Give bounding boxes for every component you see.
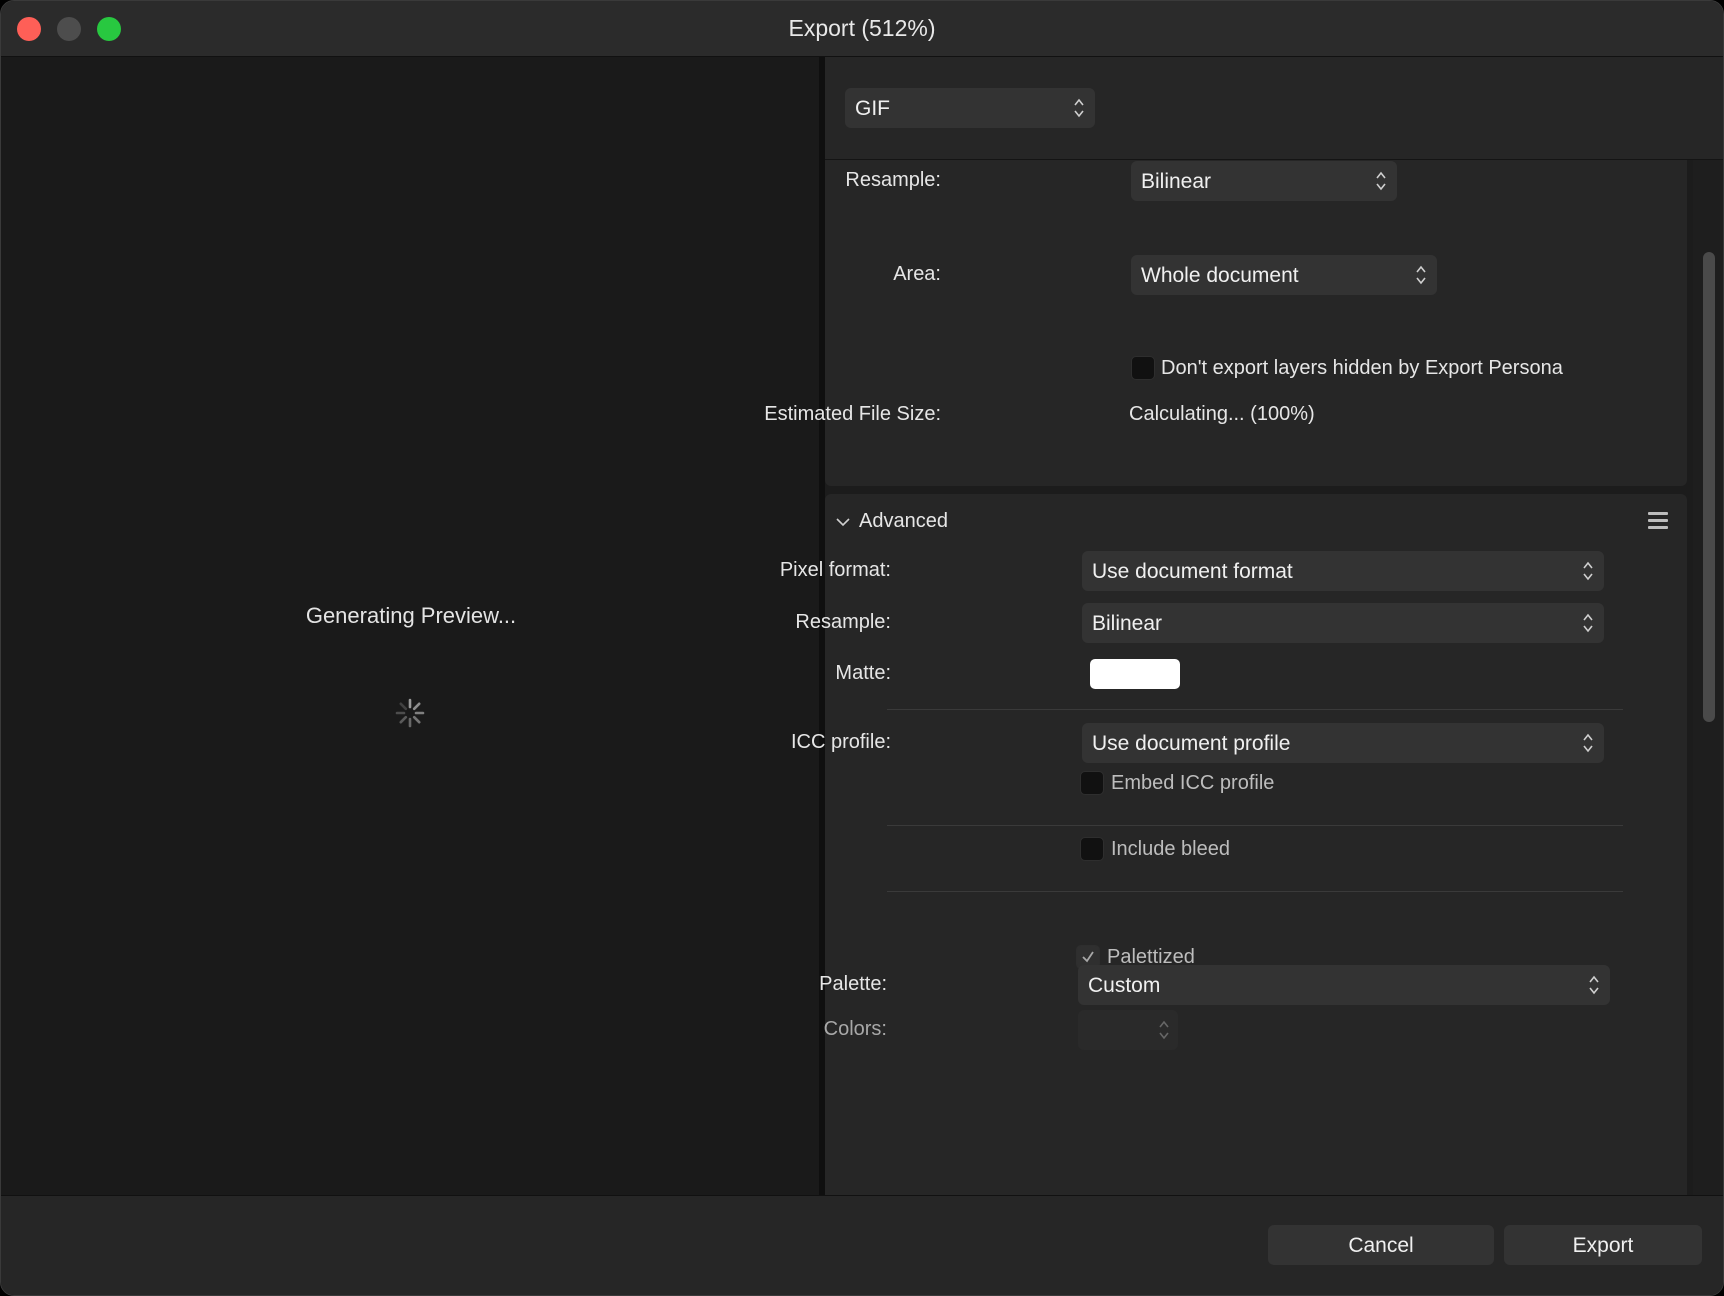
pixel-format-select[interactable]: Use document format bbox=[1082, 551, 1604, 591]
preview-pane: Generating Preview... bbox=[1, 57, 821, 1195]
pixel-format-select-value: Use document format bbox=[1092, 560, 1293, 583]
adv-resample-select-value: Bilinear bbox=[1092, 612, 1163, 635]
embed-icc-checkbox[interactable] bbox=[1080, 771, 1104, 795]
adv-resample-label: Resample: bbox=[795, 611, 891, 633]
advanced-panel: Advanced Pixel format: Use document form… bbox=[780, 494, 1687, 1195]
colors-label: Colors: bbox=[823, 1018, 887, 1040]
palette-select-value: Custom bbox=[1088, 974, 1161, 997]
export-button[interactable]: Export bbox=[1504, 1225, 1702, 1265]
icc-profile-select[interactable]: Use document profile bbox=[1082, 723, 1604, 763]
chevron-down-icon[interactable] bbox=[835, 514, 851, 530]
format-select-value: GIF bbox=[855, 97, 890, 120]
menu-icon[interactable] bbox=[1648, 512, 1668, 530]
title-bar: Export (512%) bbox=[1, 1, 1723, 57]
preview-status: Generating Preview... bbox=[305, 603, 517, 628]
matte-label: Matte: bbox=[835, 662, 891, 684]
up-down-arrows-icon bbox=[1416, 265, 1426, 285]
colors-stepper bbox=[1078, 1010, 1178, 1050]
include-bleed-checkbox[interactable] bbox=[1080, 837, 1104, 861]
footer-bar: Cancel Export bbox=[1, 1195, 1723, 1295]
matte-color-swatch[interactable] bbox=[1090, 659, 1180, 689]
format-bar: GIF bbox=[825, 57, 1723, 160]
general-settings-panel: Resample: Bilinear Area: Whole document … bbox=[764, 160, 1687, 486]
pixel-format-label: Pixel format: bbox=[779, 559, 891, 581]
up-down-arrows-icon bbox=[1376, 171, 1386, 191]
format-select[interactable]: GIF bbox=[845, 88, 1095, 128]
hidden-layers-checkbox[interactable] bbox=[1131, 356, 1155, 380]
hidden-layers-label: Don't export layers hidden by Export Per… bbox=[1161, 357, 1563, 379]
up-down-arrows-icon bbox=[1074, 98, 1084, 118]
scrollbar-thumb[interactable] bbox=[1703, 252, 1715, 722]
icc-profile-select-value: Use document profile bbox=[1092, 732, 1291, 755]
cancel-button[interactable]: Cancel bbox=[1268, 1225, 1494, 1265]
up-down-arrows-icon bbox=[1589, 975, 1599, 995]
resample-select-value: Bilinear bbox=[1141, 170, 1212, 193]
divider bbox=[887, 891, 1623, 892]
settings-pane: GIF Resample: Bilinear Area: Whole docum… bbox=[764, 57, 1723, 1195]
up-down-arrows-icon bbox=[1159, 1020, 1169, 1040]
resample-label: Resample: bbox=[845, 169, 941, 191]
spinner-icon bbox=[395, 698, 425, 728]
area-label: Area: bbox=[893, 263, 941, 285]
divider bbox=[887, 825, 1623, 826]
include-bleed-label: Include bleed bbox=[1111, 838, 1230, 860]
area-select[interactable]: Whole document bbox=[1131, 255, 1437, 295]
adv-resample-select[interactable]: Bilinear bbox=[1082, 603, 1604, 643]
checkmark-icon bbox=[1082, 951, 1094, 963]
resample-select[interactable]: Bilinear bbox=[1131, 161, 1397, 201]
icc-profile-label: ICC profile: bbox=[790, 731, 891, 753]
area-select-value: Whole document bbox=[1141, 264, 1299, 287]
embed-icc-label: Embed ICC profile bbox=[1111, 772, 1275, 794]
up-down-arrows-icon bbox=[1583, 561, 1593, 581]
window-title: Export (512%) bbox=[788, 15, 936, 41]
filesize-label: Estimated File Size: bbox=[764, 403, 941, 425]
up-down-arrows-icon bbox=[1583, 733, 1593, 753]
advanced-title[interactable]: Advanced bbox=[859, 510, 948, 533]
up-down-arrows-icon bbox=[1583, 613, 1593, 633]
divider bbox=[887, 709, 1623, 710]
palette-select[interactable]: Custom bbox=[1078, 965, 1610, 1005]
palette-label: Palette: bbox=[819, 973, 887, 995]
export-window: Export (512%) Generating Preview... GIF bbox=[0, 0, 1724, 1296]
filesize-value: Calculating... (100%) bbox=[1129, 403, 1315, 425]
